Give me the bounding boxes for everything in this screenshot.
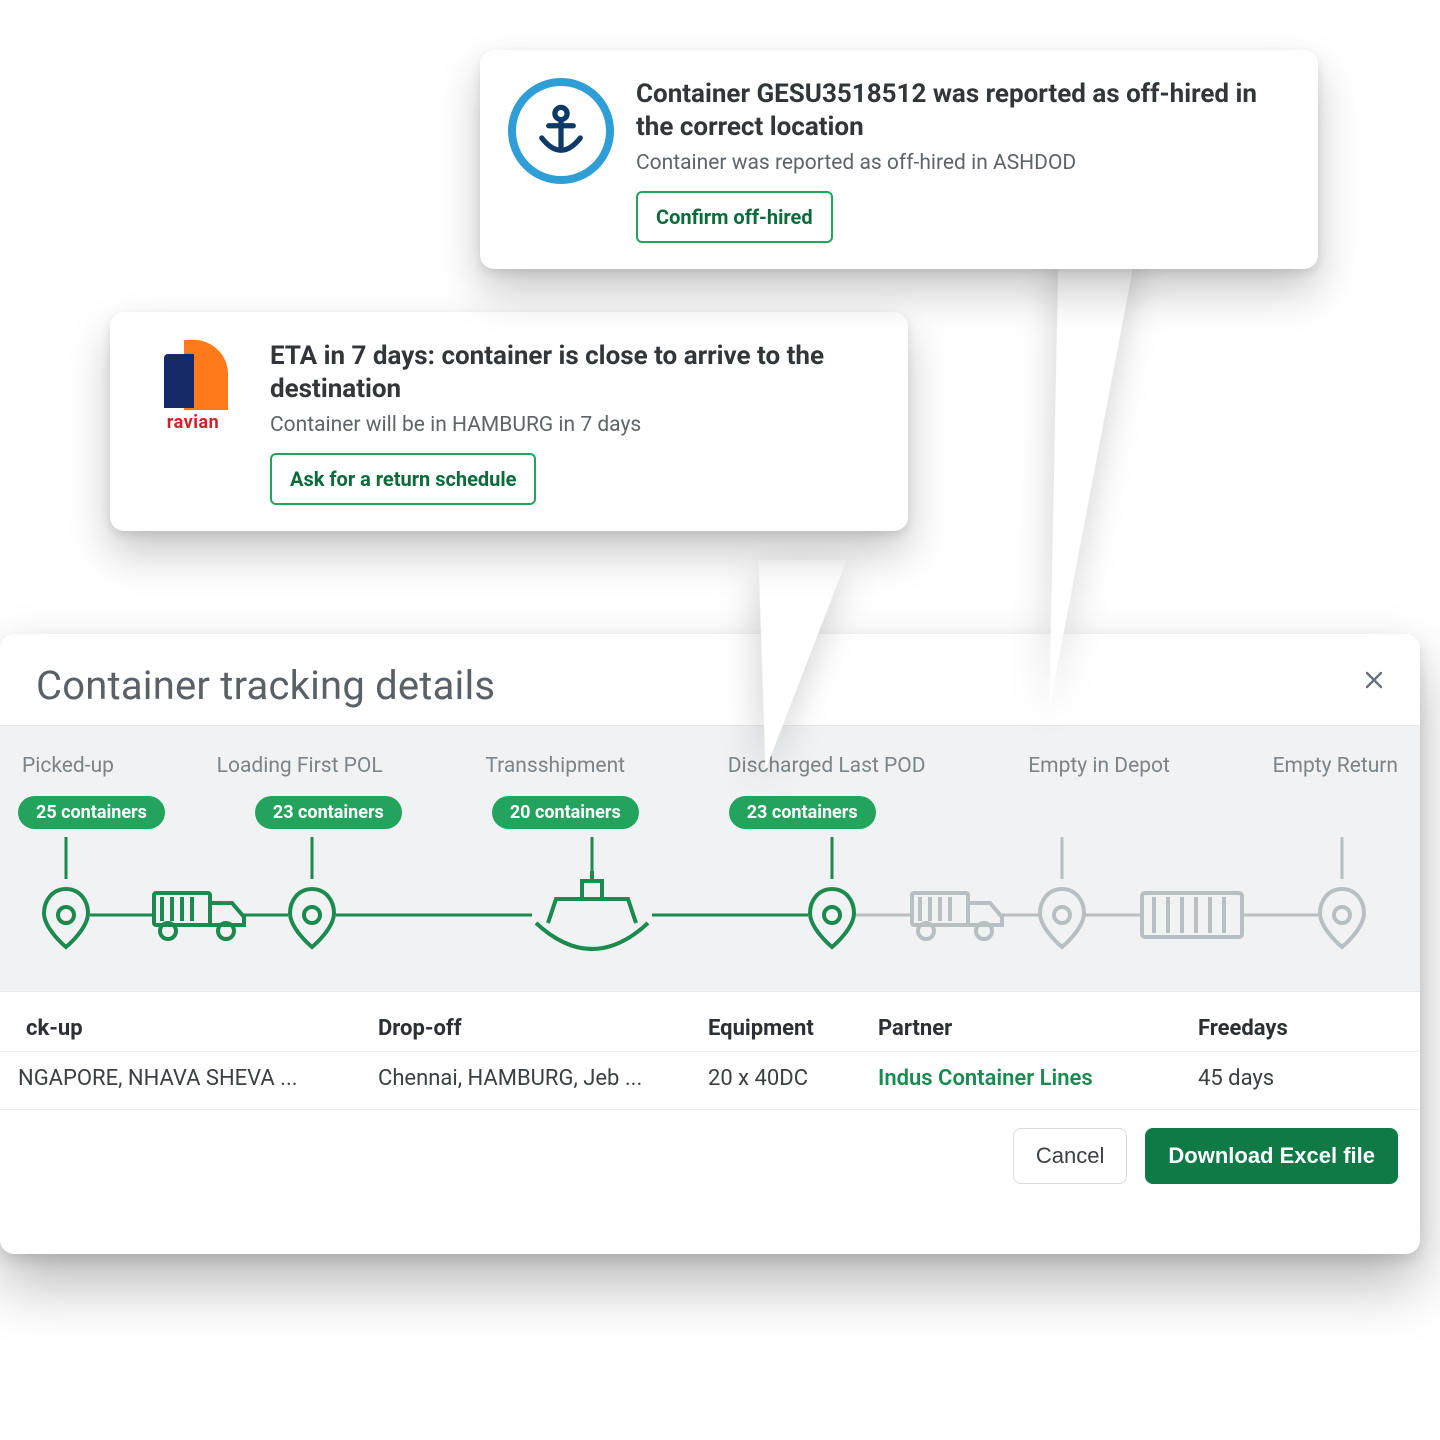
stage-label: Transshipment — [485, 754, 625, 778]
offhired-card: Container GESU3518512 was reported as of… — [480, 50, 1318, 269]
cell-dropoff: Chennai, HAMBURG, Jeb ... — [378, 1066, 708, 1091]
close-icon — [1362, 668, 1386, 692]
count-pill: 23 containers — [255, 796, 402, 829]
eta-card-subtitle: Container will be in HAMBURG in 7 days — [270, 413, 878, 437]
table-row[interactable]: NGAPORE, NHAVA SHEVA ... Chennai, HAMBUR… — [0, 1051, 1420, 1109]
ravian-logo: ravian — [138, 340, 248, 433]
truck-icon — [154, 893, 244, 939]
download-excel-button[interactable]: Download Excel file — [1145, 1128, 1398, 1184]
journey-flow — [12, 837, 1408, 957]
pin-icon — [44, 889, 88, 947]
ship-icon — [536, 871, 648, 949]
th-freedays: Freedays — [1198, 1016, 1358, 1041]
stage-strip: Picked-up Loading First POL Transshipmen… — [0, 725, 1420, 992]
ask-return-schedule-button[interactable]: Ask for a return schedule — [270, 453, 536, 505]
close-button[interactable] — [1356, 662, 1392, 698]
table-header: ck-up Drop-off Equipment Partner Freeday… — [0, 1010, 1420, 1051]
panel-title: Container tracking details — [36, 662, 1384, 709]
count-pill: 25 containers — [18, 796, 165, 829]
container-icon — [1142, 893, 1242, 937]
pin-icon — [290, 889, 334, 947]
pin-icon — [1320, 889, 1364, 947]
partner-link[interactable]: Indus Container Lines — [878, 1066, 1198, 1091]
ravian-logo-text: ravian — [167, 412, 219, 433]
offhired-card-title: Container GESU3518512 was reported as of… — [636, 78, 1288, 143]
truck-icon — [912, 893, 1002, 939]
cell-equipment: 20 x 40DC — [708, 1066, 878, 1091]
pin-icon — [810, 889, 854, 947]
pin-icon — [1040, 889, 1084, 947]
stage-label: Empty in Depot — [1028, 754, 1170, 778]
cell-pickup: NGAPORE, NHAVA SHEVA ... — [18, 1066, 378, 1091]
stage-label: Empty Return — [1273, 754, 1398, 778]
count-pill: 20 containers — [492, 796, 639, 829]
th-equipment: Equipment — [708, 1016, 878, 1041]
stage-label: Picked-up — [22, 754, 114, 778]
eta-card-title: ETA in 7 days: container is close to arr… — [270, 340, 878, 405]
confirm-offhired-button[interactable]: Confirm off-hired — [636, 191, 833, 243]
stage-label: Loading First POL — [217, 754, 383, 778]
eta-card: ravian ETA in 7 days: container is close… — [110, 312, 908, 531]
th-pickup: ck-up — [18, 1016, 378, 1041]
cancel-button[interactable]: Cancel — [1013, 1128, 1127, 1184]
tracking-panel: Container tracking details Picked-up Loa… — [0, 634, 1420, 1254]
offhired-card-subtitle: Container was reported as off-hired in A… — [636, 151, 1288, 175]
count-pill: 23 containers — [729, 796, 876, 829]
th-partner: Partner — [878, 1016, 1198, 1041]
th-dropoff: Drop-off — [378, 1016, 708, 1041]
anchor-icon — [508, 78, 614, 184]
cell-freedays: 45 days — [1198, 1066, 1358, 1091]
